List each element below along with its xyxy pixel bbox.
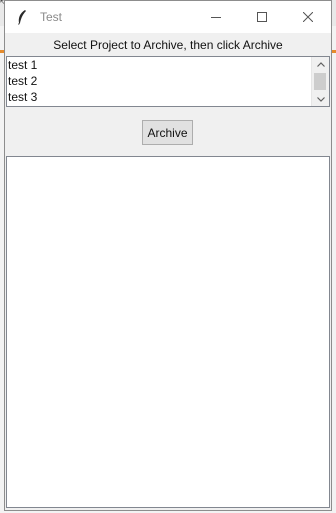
maximize-icon bbox=[257, 12, 267, 22]
scroll-down-arrow[interactable] bbox=[312, 92, 329, 106]
app-window: Test Select Project to Archive, then cli… bbox=[4, 0, 332, 511]
maximize-button[interactable] bbox=[239, 1, 285, 33]
output-text-area[interactable] bbox=[6, 156, 330, 508]
close-button[interactable] bbox=[285, 1, 331, 33]
scroll-thumb[interactable] bbox=[314, 73, 326, 90]
list-scrollbar[interactable] bbox=[311, 57, 329, 106]
minimize-button[interactable] bbox=[193, 1, 239, 33]
minimize-icon bbox=[211, 17, 221, 18]
list-item[interactable]: test 3 bbox=[8, 89, 311, 105]
project-listbox[interactable]: test 1 test 2 test 3 bbox=[6, 56, 330, 107]
chevron-down-icon bbox=[316, 96, 325, 102]
title-bar[interactable]: Test bbox=[5, 1, 331, 33]
project-list: test 1 test 2 test 3 bbox=[8, 57, 311, 105]
close-icon bbox=[303, 12, 313, 22]
instruction-label: Select Project to Archive, then click Ar… bbox=[53, 38, 283, 52]
window-title: Test bbox=[40, 10, 63, 24]
chevron-up-icon bbox=[316, 61, 325, 67]
archive-button[interactable]: Archive bbox=[142, 120, 193, 145]
scroll-up-arrow[interactable] bbox=[312, 57, 329, 71]
list-item[interactable]: test 2 bbox=[8, 73, 311, 89]
list-item[interactable]: test 1 bbox=[8, 57, 311, 73]
feather-icon bbox=[14, 9, 30, 25]
